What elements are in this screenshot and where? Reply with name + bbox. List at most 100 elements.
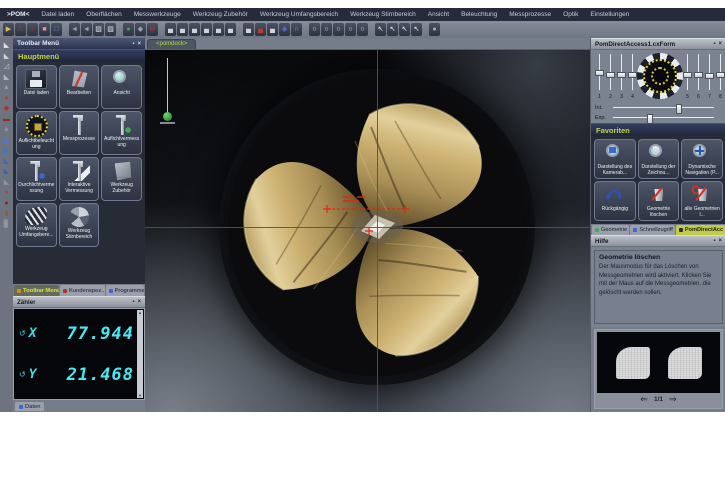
dark-red-dot-icon[interactable]: ● <box>4 200 8 207</box>
corner-tool-icon[interactable]: ◣ <box>4 42 9 49</box>
panel-tab[interactable]: Geometrie <box>592 225 629 235</box>
toolbar-button[interactable]: □ <box>51 23 62 36</box>
toolbar-button[interactable]: ↖ <box>399 23 410 36</box>
toolbar-button[interactable]: ● <box>429 23 440 36</box>
light-channel-slider[interactable]: 4 <box>628 52 637 102</box>
menu-item[interactable]: Ansicht <box>428 11 449 18</box>
menu-item[interactable]: Messprozesse <box>509 11 551 18</box>
toolbar-button[interactable]: ○ <box>333 23 344 36</box>
menu-item[interactable]: Einstellungen <box>590 11 629 18</box>
menu-item[interactable]: Optik <box>563 11 578 18</box>
light-channel-slider[interactable]: 7 <box>705 52 714 102</box>
favorite-button[interactable]: Darstellung des Kamerab... <box>594 139 636 179</box>
toolbar-button[interactable]: ▄ <box>189 23 200 36</box>
slider-thumb[interactable] <box>683 72 692 78</box>
light-channel-slider[interactable]: 5 <box>683 52 692 102</box>
slider-thumb[interactable] <box>595 70 604 76</box>
toolbar-button[interactable]: ▨ <box>93 23 104 36</box>
focus-marker[interactable] <box>163 112 172 121</box>
menu-item[interactable]: Messwerkzeuge <box>134 11 181 18</box>
pin-icon[interactable]: ▪ <box>132 299 134 305</box>
toolbar-button[interactable]: ▄ <box>213 23 224 36</box>
toolbar-button[interactable]: ■ <box>39 23 50 36</box>
menu-button[interactable]: Bearbeiten <box>59 65 100 109</box>
toolbar-button[interactable]: ▄ <box>201 23 212 36</box>
red-diamond-icon[interactable]: ◆ <box>4 105 9 112</box>
toolbar-button[interactable]: ◄ <box>81 23 92 36</box>
toolbar-button[interactable]: ▄ <box>255 23 266 36</box>
slider-thumb[interactable] <box>705 73 714 79</box>
menu-button[interactable]: Auflichtvermessung <box>101 111 142 155</box>
scroll-down-icon[interactable]: ▼ <box>138 393 142 398</box>
slider-thumb[interactable] <box>606 72 615 78</box>
menu-item[interactable]: Werkzeug Umfangsbereich <box>260 11 338 18</box>
light-channel-slider[interactable]: 8 <box>716 52 725 102</box>
menu-item[interactable]: Werkzeug Zubehör <box>193 11 248 18</box>
intensity-slider[interactable] <box>613 104 714 112</box>
slider-thumb[interactable] <box>647 114 653 124</box>
scroll-up-icon[interactable]: ▲ <box>138 310 142 315</box>
menu-button[interactable]: Durchlichtvermessung <box>16 157 57 201</box>
toolbar-button[interactable]: ◄ <box>69 23 80 36</box>
toolbar-button[interactable]: ○ <box>357 23 368 36</box>
toolbar-button[interactable]: ▄ <box>165 23 176 36</box>
light-channel-slider[interactable]: 1 <box>595 52 604 102</box>
panel-tab[interactable]: Programme <box>106 285 144 296</box>
brown-tool-icon[interactable]: ▮ <box>5 210 9 217</box>
menu-button[interactable]: Interaktive Vermessung <box>59 157 100 201</box>
counter-scrollbar[interactable]: ▲ ▼ <box>137 310 143 398</box>
menu-button[interactable]: Datei laden <box>16 65 57 109</box>
toolbar-button[interactable]: ↖ <box>375 23 386 36</box>
panel-tab[interactable]: Schnellzugriff <box>630 225 675 235</box>
favorite-button[interactable]: Dynamische Navigation (P... <box>681 139 723 179</box>
axis-zero-icon[interactable]: ↺ <box>19 370 26 379</box>
toolbar-button[interactable]: ▨ <box>105 23 116 36</box>
pin-icon[interactable]: ▪ <box>713 41 715 47</box>
menu-button[interactable]: Werkzeug Umfangsbere... <box>16 203 57 247</box>
prev-page-button[interactable]: ⇐ <box>640 394 648 405</box>
geometry-thumbnail[interactable] <box>668 347 702 379</box>
menu-item[interactable]: Beleuchtung <box>461 11 497 18</box>
slider-thumb[interactable] <box>676 104 682 114</box>
menu-button[interactable]: Messprozesse <box>59 111 100 155</box>
toolbar-button[interactable]: ◆ <box>279 23 290 36</box>
axis-zero-icon[interactable]: ↺ <box>19 329 26 338</box>
toolbar-button[interactable]: ▄ <box>177 23 188 36</box>
corner-tool-icon[interactable]: ◣ <box>4 53 9 60</box>
blue-corner-icon[interactable]: ◣ <box>4 158 9 165</box>
close-icon[interactable]: × <box>718 41 722 47</box>
toolbar-button[interactable]: ◆ <box>135 23 146 36</box>
favorite-button[interactable]: Geometrie löschen <box>638 181 680 221</box>
light-channel-slider[interactable]: 2 <box>606 52 615 102</box>
close-icon[interactable]: × <box>137 299 141 305</box>
toolbar-button[interactable]: ▄ <box>267 23 278 36</box>
gray-triangle-icon[interactable]: ▲ <box>3 126 10 133</box>
geometry-thumbnail[interactable] <box>616 347 650 379</box>
red-marker-icon[interactable]: ● <box>4 95 8 102</box>
chart-tool-icon[interactable]: ▊ <box>4 221 9 228</box>
toolbar-button[interactable]: ▶ <box>3 23 14 36</box>
red-bar-icon[interactable]: ▬ <box>3 116 10 123</box>
pin-icon[interactable]: ▪ <box>132 41 134 47</box>
toolbar-button[interactable]: ○ <box>309 23 320 36</box>
panel-tab[interactable]: Kundenspez... <box>60 285 105 296</box>
menu-item[interactable]: Datei laden <box>41 11 74 18</box>
toolbar-button[interactable]: ∴ <box>15 23 26 36</box>
blue-corner-icon[interactable]: ◣ <box>4 147 9 154</box>
toolbar-button[interactable]: ▄ <box>225 23 236 36</box>
gray-corner-icon[interactable]: ◣ <box>4 179 9 186</box>
ring-light-control[interactable] <box>637 53 683 99</box>
toolbar-button[interactable]: ○ <box>321 23 332 36</box>
tab-daten[interactable]: Daten <box>15 402 44 411</box>
slider-thumb[interactable] <box>617 72 626 78</box>
pin-icon[interactable]: ▪ <box>713 238 715 244</box>
blue-corner-icon[interactable]: ◣ <box>4 137 9 144</box>
viewport-tab[interactable]: <pomdock> <box>147 39 196 49</box>
toolbar-button[interactable]: ● <box>27 23 38 36</box>
menu-item[interactable]: Oberflächen <box>86 11 121 18</box>
corner-tool-icon[interactable]: ◣ <box>4 74 9 81</box>
slider-thumb[interactable] <box>694 72 703 78</box>
favorite-button[interactable]: Rückgängig <box>594 181 636 221</box>
menu-button[interactable]: Werkzeug Stirnbereich <box>59 203 100 247</box>
toolbar-button[interactable]: ○ <box>345 23 356 36</box>
